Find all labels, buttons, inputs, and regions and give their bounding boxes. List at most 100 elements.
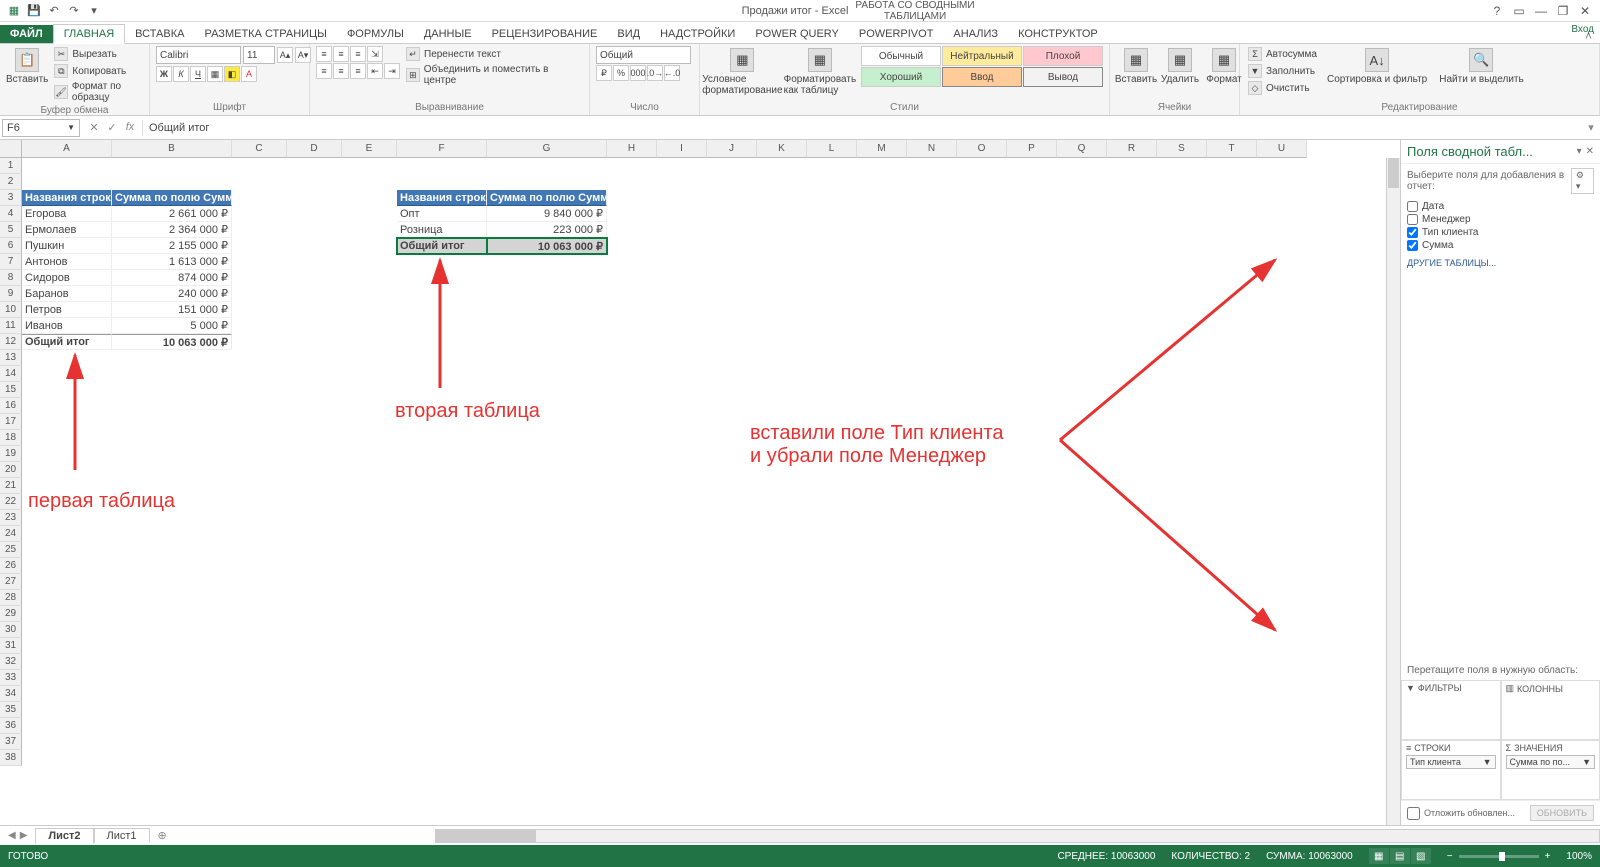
copy-button[interactable]: ⧉Копировать	[52, 63, 143, 79]
column-header[interactable]: I	[657, 140, 707, 158]
value-field-item[interactable]: Сумма по по...▼	[1506, 755, 1596, 769]
row-header[interactable]: 31	[0, 638, 22, 654]
sheet-tab-active[interactable]: Лист2	[35, 828, 93, 844]
row-header[interactable]: 34	[0, 686, 22, 702]
row-header[interactable]: 9	[0, 286, 22, 302]
tab-insert[interactable]: ВСТАВКА	[125, 25, 194, 43]
column-header[interactable]: G	[487, 140, 607, 158]
column-header[interactable]: T	[1207, 140, 1257, 158]
cond-format-button[interactable]: ▦Условное форматирование	[706, 46, 779, 98]
row-header[interactable]: 29	[0, 606, 22, 622]
help-icon[interactable]: ?	[1490, 4, 1504, 18]
shrink-font-icon[interactable]: A▾	[295, 47, 311, 63]
sheet-tab-other[interactable]: Лист1	[94, 828, 150, 843]
align-top-icon[interactable]: ≡	[316, 46, 332, 62]
fx-cancel-icon[interactable]: ✕	[86, 121, 102, 134]
column-header[interactable]: E	[342, 140, 397, 158]
redo-icon[interactable]: ↷	[66, 3, 82, 19]
undo-icon[interactable]: ↶	[46, 3, 62, 19]
clear-button[interactable]: ◇Очистить	[1246, 80, 1319, 96]
inc-decimal-icon[interactable]: .0→	[647, 65, 663, 81]
pane-gear-icon[interactable]: ⚙ ▾	[1571, 168, 1594, 194]
grow-font-icon[interactable]: A▴	[277, 47, 293, 63]
align-mid-icon[interactable]: ≡	[333, 46, 349, 62]
column-header[interactable]: L	[807, 140, 857, 158]
cell[interactable]: Названия строк↓	[22, 190, 112, 206]
row-header[interactable]: 4	[0, 206, 22, 222]
column-header[interactable]: P	[1007, 140, 1057, 158]
cell[interactable]: Розница	[397, 222, 487, 238]
cell[interactable]: Общий итог	[397, 238, 487, 254]
view-normal-icon[interactable]: ▦	[1369, 848, 1389, 864]
column-header[interactable]: F	[397, 140, 487, 158]
pivot-field[interactable]: Тип клиента	[1407, 226, 1594, 239]
row-header[interactable]: 35	[0, 702, 22, 718]
row-header[interactable]: 18	[0, 430, 22, 446]
find-select-button[interactable]: 🔍Найти и выделить	[1435, 46, 1527, 87]
cell-styles-gallery[interactable]: Обычный Нейтральный Плохой Хороший Ввод …	[861, 46, 1103, 87]
pivot-field[interactable]: Сумма	[1407, 239, 1594, 252]
cell[interactable]: Петров	[22, 302, 112, 318]
cell[interactable]: 2 364 000 ₽	[112, 222, 232, 238]
row-header[interactable]: 33	[0, 670, 22, 686]
font-size-combo[interactable]: 11	[243, 46, 275, 64]
column-header[interactable]: Q	[1057, 140, 1107, 158]
cell[interactable]: Баранов	[22, 286, 112, 302]
row-header[interactable]: 11	[0, 318, 22, 334]
row-header[interactable]: 13	[0, 350, 22, 366]
cell[interactable]: Сумма по полю Сумма	[112, 190, 232, 206]
column-header[interactable]: O	[957, 140, 1007, 158]
column-header[interactable]: A	[22, 140, 112, 158]
cell[interactable]: 874 000 ₽	[112, 270, 232, 286]
update-button[interactable]: ОБНОВИТЬ	[1530, 805, 1594, 821]
fx-icon[interactable]: fx	[122, 121, 138, 134]
tab-powerquery[interactable]: POWER QUERY	[745, 25, 849, 43]
underline-icon[interactable]: Ч	[190, 66, 206, 82]
row-header[interactable]: 6	[0, 238, 22, 254]
sort-filter-button[interactable]: А↓Сортировка и фильтр	[1323, 46, 1431, 87]
ribbon-opts-icon[interactable]: ▭	[1512, 4, 1526, 18]
paste-button[interactable]: 📋Вставить	[6, 46, 48, 87]
view-layout-icon[interactable]: ▤	[1390, 848, 1410, 864]
align-right-icon[interactable]: ≡	[350, 63, 366, 79]
row-header[interactable]: 7	[0, 254, 22, 270]
minimize-icon[interactable]: —	[1534, 4, 1548, 18]
column-header[interactable]: C	[232, 140, 287, 158]
name-box[interactable]: F6▼	[2, 119, 80, 137]
number-format-combo[interactable]: Общий	[596, 46, 691, 64]
row-header[interactable]: 32	[0, 654, 22, 670]
cell[interactable]: 10 063 000 ₽	[487, 238, 607, 254]
row-header[interactable]: 28	[0, 590, 22, 606]
cell[interactable]: 10 063 000 ₽	[112, 334, 232, 350]
zoom-label[interactable]: 100%	[1566, 851, 1592, 862]
cell[interactable]: Егорова	[22, 206, 112, 222]
tab-view[interactable]: ВИД	[607, 25, 650, 43]
comma-icon[interactable]: 000	[630, 65, 646, 81]
spreadsheet-grid[interactable]: ABCDEFGHIJKLMNOPQRSTU 123456789101112131…	[0, 140, 1400, 825]
pane-close-icon[interactable]: ✕	[1586, 146, 1594, 157]
row-header[interactable]: 26	[0, 558, 22, 574]
row-header[interactable]: 19	[0, 446, 22, 462]
insert-cells-button[interactable]: ▦Вставить	[1116, 46, 1156, 87]
row-header[interactable]: 27	[0, 574, 22, 590]
cell[interactable]: Общий итог	[22, 334, 112, 350]
column-header[interactable]: K	[757, 140, 807, 158]
tab-powerpivot[interactable]: POWERPIVOT	[849, 25, 944, 43]
tab-home[interactable]: ГЛАВНАЯ	[53, 24, 125, 44]
percent-icon[interactable]: %	[613, 65, 629, 81]
font-name-combo[interactable]: Calibri	[156, 46, 241, 64]
currency-icon[interactable]: ₽	[596, 65, 612, 81]
fill-color-icon[interactable]: ◧	[224, 66, 240, 82]
delete-cells-button[interactable]: ▦Удалить	[1160, 46, 1200, 87]
cell[interactable]: 2 155 000 ₽	[112, 238, 232, 254]
row-header[interactable]: 2	[0, 174, 22, 190]
orientation-icon[interactable]: ⇲	[367, 46, 383, 62]
sheet-nav-prev-icon[interactable]: ◀	[8, 830, 16, 841]
formula-input[interactable]: Общий итог	[142, 120, 1582, 136]
format-painter-button[interactable]: 🖌Формат по образцу	[52, 80, 143, 104]
row-header[interactable]: 5	[0, 222, 22, 238]
cell[interactable]: Антонов	[22, 254, 112, 270]
cell[interactable]: 151 000 ₽	[112, 302, 232, 318]
cell[interactable]: 1 613 000 ₽	[112, 254, 232, 270]
row-header[interactable]: 12	[0, 334, 22, 350]
